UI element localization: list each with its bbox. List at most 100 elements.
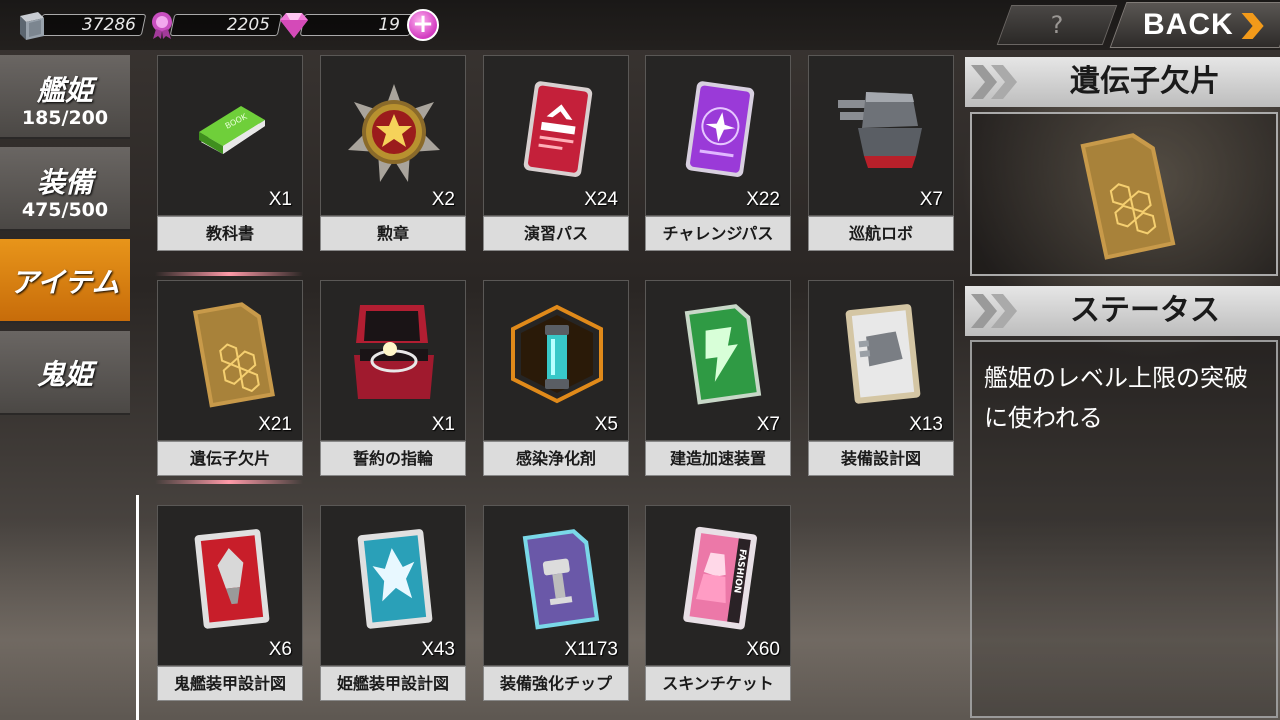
item-frame: X6 (157, 505, 303, 666)
purple-pass-icon (685, 81, 755, 177)
chevron-right-icon (1241, 13, 1264, 39)
item-quantity: X7 (756, 414, 780, 435)
item-slot-seiyaku-ring[interactable]: X1 誓約の指輪 (320, 280, 466, 476)
equipment-blueprint-icon (845, 304, 921, 404)
item-label: 誓約の指輪 (320, 441, 466, 476)
tab-equipment[interactable]: 装備 475/500 (0, 147, 130, 231)
item-label: スキンチケット (645, 666, 791, 701)
item-quantity: X1 (431, 414, 455, 435)
tab-label: 艦姫 (36, 74, 93, 107)
item-frame: FASHION X60 (645, 505, 791, 666)
detail-header: 遺伝子欠片 (965, 57, 1280, 107)
item-slot-enshu-pass[interactable]: X24 演習パス (483, 55, 629, 251)
item-frame: X43 (320, 505, 466, 666)
item-label: 勲章 (320, 216, 466, 251)
medal-icon (152, 12, 172, 39)
item-quantity: X21 (258, 414, 292, 435)
item-slot-challenge-pass[interactable]: X22 チャレンジパス (645, 55, 791, 251)
item-label: 建造加速装置 (645, 441, 791, 476)
item-quantity: X24 (584, 189, 618, 210)
item-quantity: X6 (268, 639, 292, 660)
resource-counter-3: 19 (276, 10, 415, 38)
item-description: 艦姫のレベル上限の突破に使われる (984, 364, 1248, 432)
item-label: 巡航ロボ (808, 216, 954, 251)
scroll-indicator (136, 495, 139, 720)
resource-counter-1: 37286 (14, 10, 147, 40)
item-quantity: X60 (746, 639, 780, 660)
item-label: 感染浄化剤 (483, 441, 629, 476)
tab-kanki[interactable]: 艦姫 185/200 (0, 55, 130, 139)
resource-counter-2: 2205 (148, 10, 283, 39)
add-currency-button[interactable]: + (407, 9, 439, 41)
item-quantity: X43 (421, 639, 455, 660)
description-box: 艦姫のレベル上限の突破に使われる (970, 340, 1278, 718)
purifier-capsule-icon (511, 304, 603, 404)
item-frame: X22 (645, 55, 791, 216)
item-frame: X21 (157, 280, 303, 441)
tab-oniki[interactable]: 鬼姫 (0, 331, 130, 415)
item-label: 演習パス (483, 216, 629, 251)
book-icon: BOOK (199, 106, 265, 154)
item-label: 姫艦装甲設計図 (320, 666, 466, 701)
item-label: 教科書 (157, 216, 303, 251)
item-frame: X24 (483, 55, 629, 216)
item-frame: X7 (645, 280, 791, 441)
tab-label: 装備 (36, 166, 93, 199)
tab-label: 鬼姫 (36, 358, 93, 391)
tab-items[interactable]: アイテム (0, 239, 130, 323)
resource-value-2: 2205 (226, 15, 270, 35)
back-button[interactable]: BACK (1109, 2, 1280, 48)
tab-count: 475/500 (21, 199, 109, 221)
help-button[interactable]: ? (996, 5, 1118, 45)
plus-icon: + (412, 9, 434, 39)
item-slot-hime-kan-soko[interactable]: X43 姫艦装甲設計図 (320, 505, 466, 701)
red-pass-icon (523, 81, 593, 177)
status-header: ステータス (965, 286, 1280, 336)
item-slot-kansen-jokazai[interactable]: X5 感染浄化剤 (483, 280, 629, 476)
item-quantity: X1173 (564, 639, 618, 660)
item-frame: X1 (320, 280, 466, 441)
item-slot-skin-ticket[interactable]: FASHION X60 スキンチケット (645, 505, 791, 701)
green-accelerator-icon (684, 304, 762, 405)
turret-robot-icon (838, 92, 922, 168)
item-quantity: X7 (919, 189, 943, 210)
item-preview (970, 112, 1278, 276)
top-bar: 37286 2205 19 + ? BACK (0, 0, 1280, 50)
item-quantity: X22 (746, 189, 780, 210)
status-title: ステータス (1070, 293, 1220, 328)
gene-fragment-preview-icon (1080, 133, 1176, 260)
item-slot-kenzo-kasoku[interactable]: X7 建造加速装置 (645, 280, 791, 476)
item-frame: X2 (320, 55, 466, 216)
item-frame: X5 (483, 280, 629, 441)
item-label: チャレンジパス (645, 216, 791, 251)
red-blueprint-icon (194, 529, 270, 629)
item-slot-kunsho[interactable]: X2 勲章 (320, 55, 466, 251)
item-frame: X1173 (483, 505, 629, 666)
item-label: 装備設計図 (808, 441, 954, 476)
item-slot-kyoka-chip[interactable]: X1173 装備強化チップ (483, 505, 629, 701)
enhance-chip-icon (522, 529, 600, 630)
item-quantity: X5 (594, 414, 618, 435)
blue-blueprint-icon (357, 529, 433, 629)
item-slot-junko-robo[interactable]: X7 巡航ロボ (808, 55, 954, 251)
book-stack-icon (20, 12, 44, 40)
item-label: 遺伝子欠片 (157, 441, 303, 476)
item-slot-soubi-sekkeizu[interactable]: X13 装備設計図 (808, 280, 954, 476)
item-quantity: X1 (268, 189, 292, 210)
skin-ticket-icon: FASHION (683, 526, 757, 630)
item-frame: BOOK X1 (157, 55, 303, 216)
resource-value-3: 19 (378, 15, 400, 35)
item-slot-oni-kan-soko[interactable]: X6 鬼艦装甲設計図 (157, 505, 303, 701)
resource-value-1: 37286 (81, 15, 136, 35)
back-label: BACK (1143, 8, 1234, 41)
item-label: 装備強化チップ (483, 666, 629, 701)
help-label: ? (1050, 11, 1064, 39)
gene-fragment-icon (192, 302, 275, 408)
item-frame: X13 (808, 280, 954, 441)
tab-label: アイテム (10, 266, 120, 299)
item-slot-iden-shi-kakera[interactable]: X21 遺伝子欠片 (155, 272, 303, 484)
item-quantity: X13 (909, 414, 943, 435)
item-slot-kyokasho[interactable]: BOOK X1 教科書 (157, 55, 303, 251)
item-label: 鬼艦装甲設計図 (157, 666, 303, 701)
chevron-decor-icon (971, 65, 1017, 99)
